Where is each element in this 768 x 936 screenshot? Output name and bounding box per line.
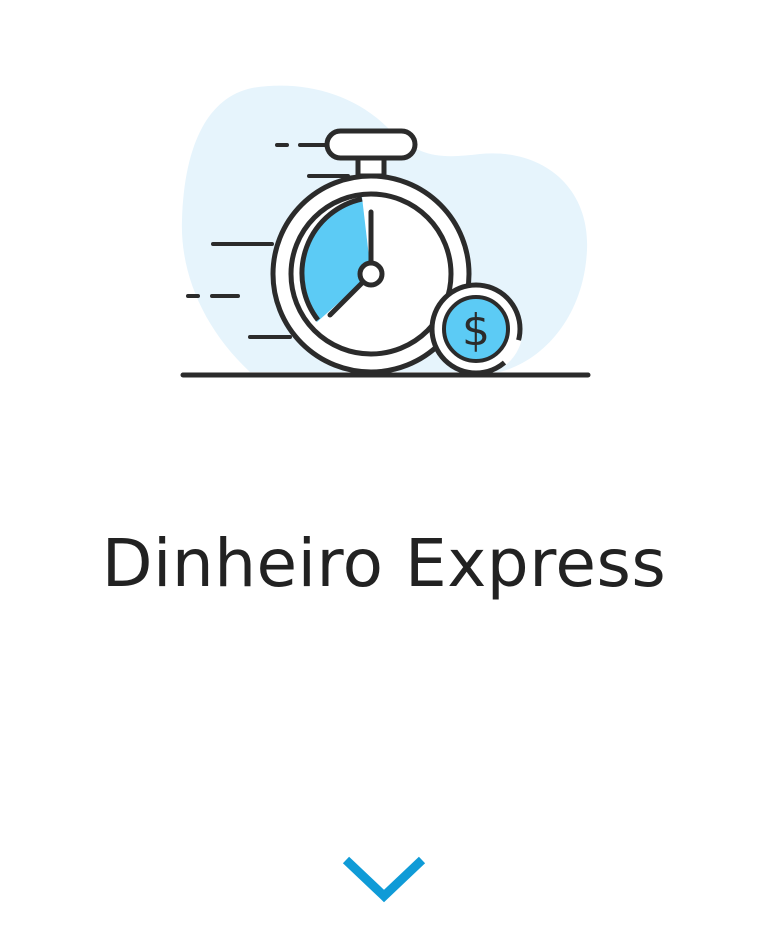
page-title: Dinheiro Express [101,525,667,602]
splash-screen: $ Dinheiro Express [0,0,768,936]
coin-currency-symbol: $ [462,305,490,356]
stopwatch-money-icon: $ [180,85,591,378]
hero-illustration: $ [0,0,768,420]
chevron-down-icon [342,856,426,903]
scroll-down-button[interactable] [336,846,432,910]
